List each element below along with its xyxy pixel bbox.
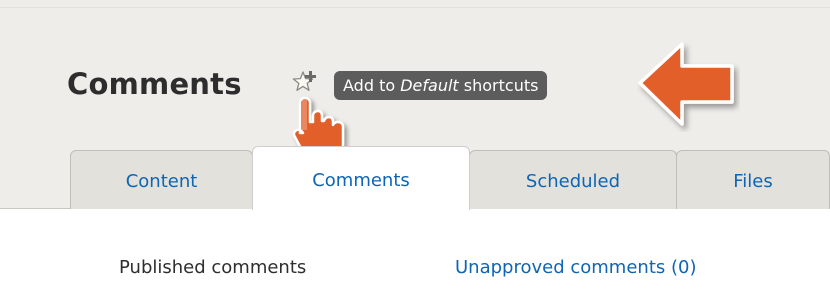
- toolbar-divider: [0, 7, 830, 8]
- secondary-tab-unapproved-comments[interactable]: Unapproved comments (0): [455, 256, 696, 280]
- secondary-tab-published-comments[interactable]: Published comments: [119, 256, 306, 280]
- tab-scheduled[interactable]: Scheduled: [469, 150, 677, 209]
- tab-content[interactable]: Content: [70, 150, 253, 209]
- add-shortcut-tooltip: Add to Default shortcuts: [334, 71, 548, 100]
- page-title: Comments: [67, 67, 242, 101]
- tooltip-shortcut-set: Default: [400, 76, 459, 95]
- callout-arrow-icon: [636, 40, 740, 132]
- tooltip-prefix: Add to: [343, 76, 401, 95]
- tab-comments[interactable]: Comments: [252, 146, 470, 210]
- tooltip-suffix: shortcuts: [458, 76, 539, 95]
- tab-files[interactable]: Files: [676, 150, 830, 209]
- primary-tabs: Content Comments Scheduled Files: [70, 146, 830, 210]
